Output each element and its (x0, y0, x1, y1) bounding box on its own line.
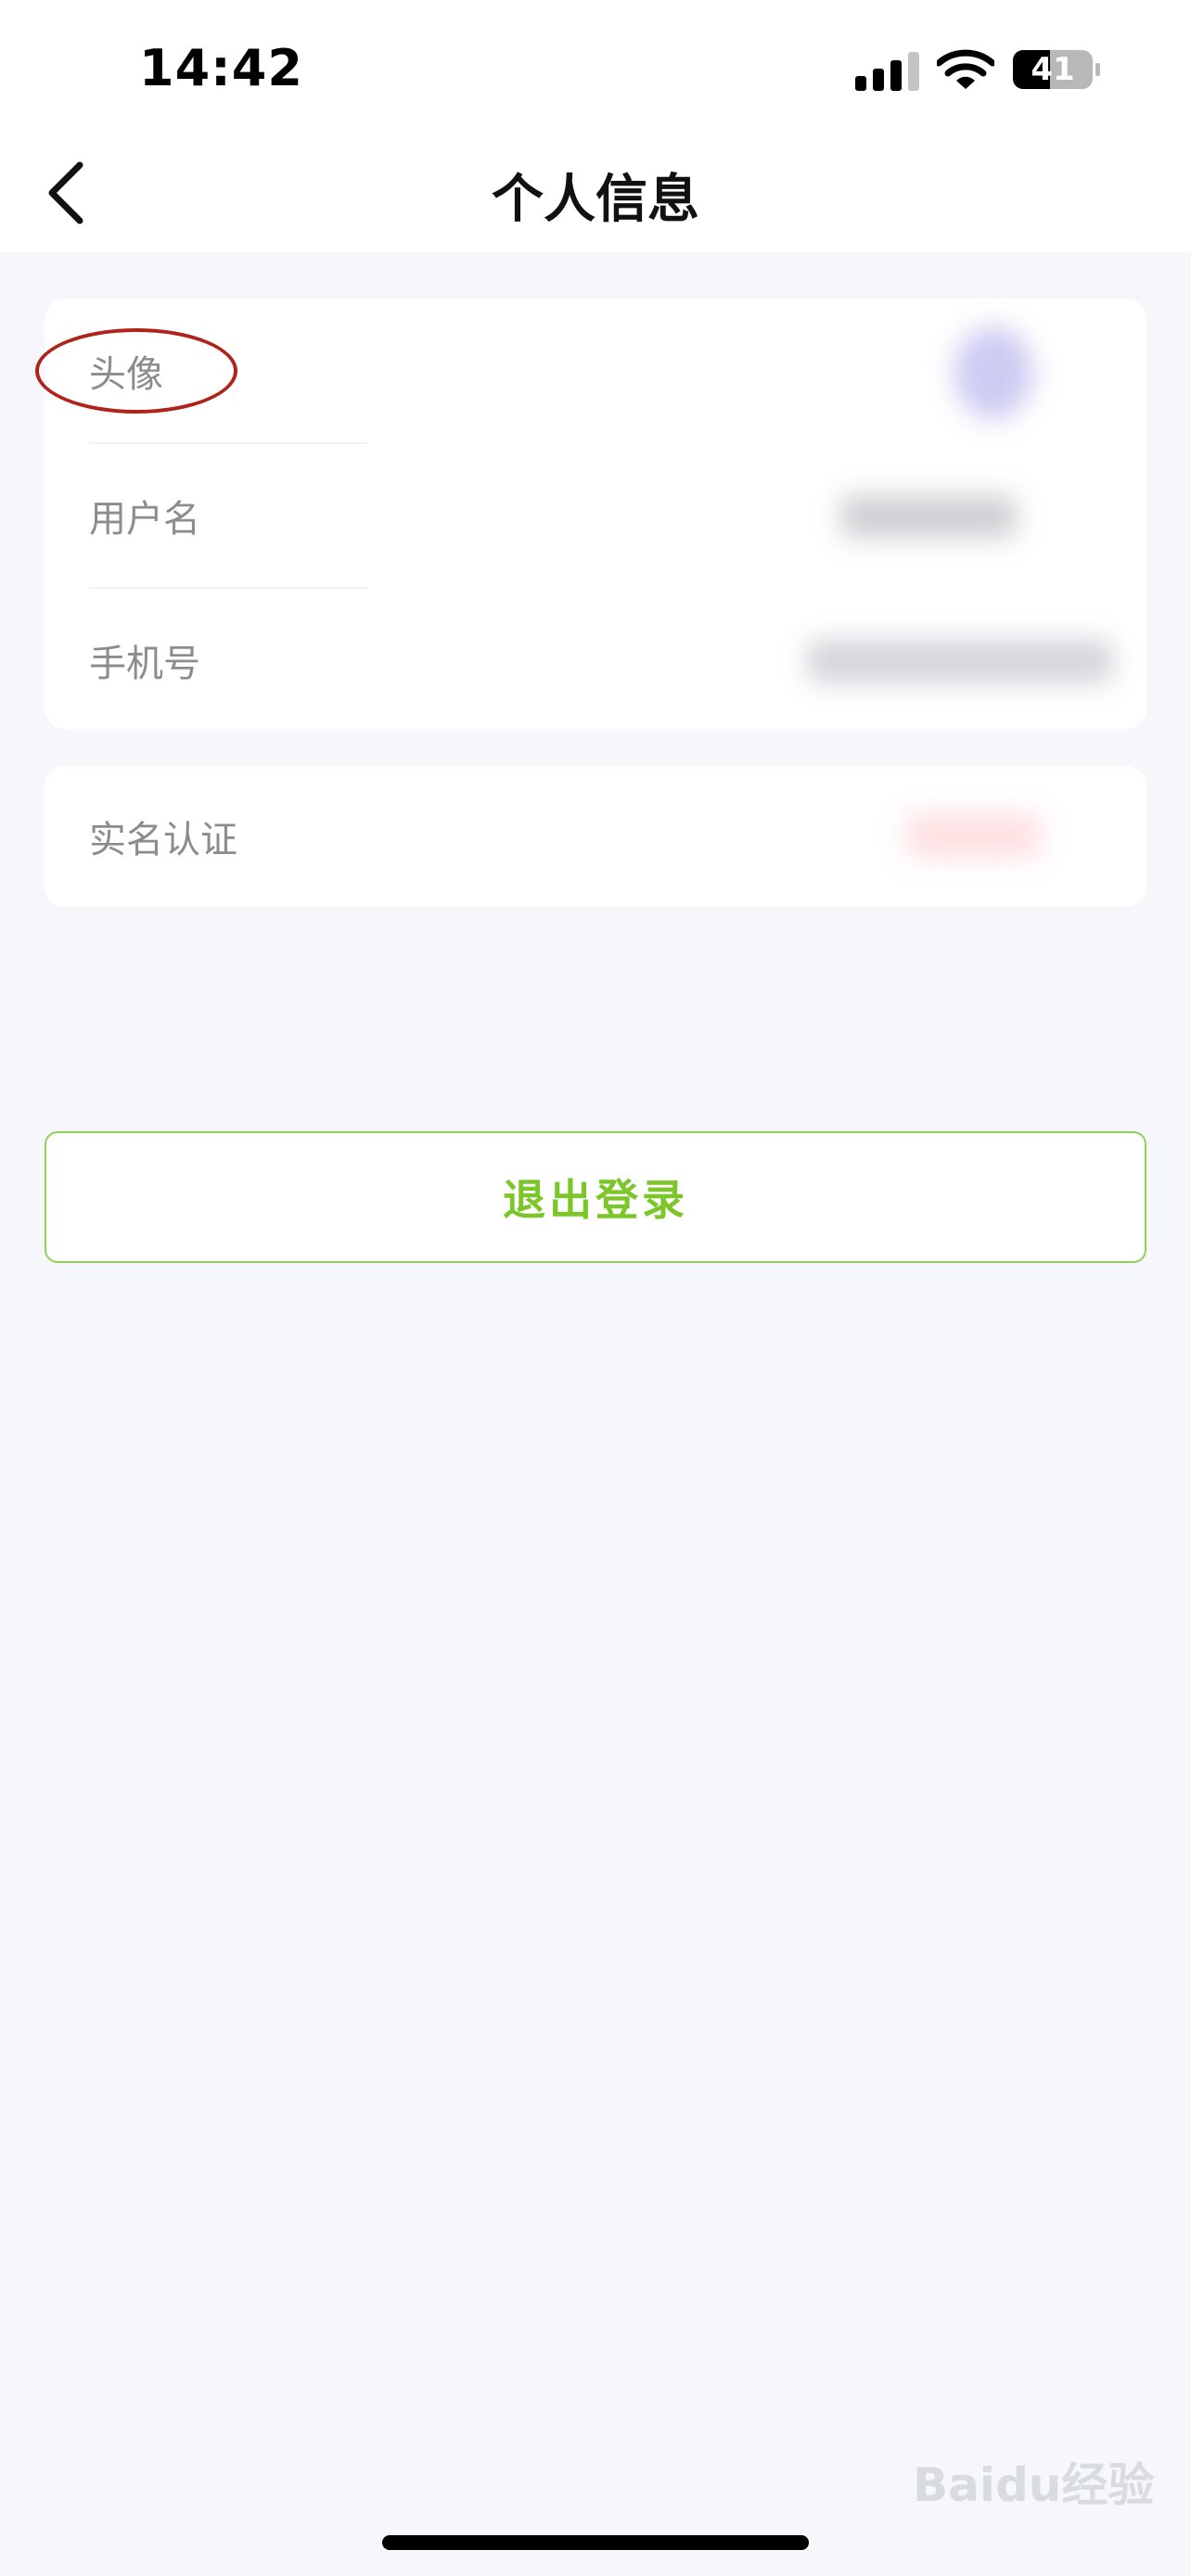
home-indicator[interactable] (382, 2535, 809, 2550)
username-label: 用户名 (89, 498, 200, 541)
verification-label: 实名认证 (89, 819, 237, 861)
battery-level: 41 (1031, 51, 1075, 88)
username-value-redacted (840, 495, 1017, 538)
cellular-signal-icon (855, 52, 919, 91)
screen: 14:42 41 个人信息 头像 用户名 手机号 实名认证 退出登录 Baidu… (0, 0, 1191, 2576)
nav-bar: 个人信息 (0, 130, 1191, 252)
phone-label: 手机号 (89, 643, 200, 685)
logout-button[interactable]: 退出登录 (45, 1131, 1146, 1263)
username-row[interactable]: 用户名 (45, 443, 1146, 588)
battery-icon: 41 (1013, 50, 1102, 89)
highlight-annotation (35, 328, 237, 414)
status-bar: 14:42 41 (0, 0, 1191, 130)
wifi-icon (937, 49, 994, 89)
verification-card: 实名认证 (45, 766, 1146, 907)
baidu-watermark: Baidu经验 (913, 2458, 1155, 2512)
phone-row[interactable]: 手机号 (45, 588, 1146, 733)
avatar (954, 326, 1033, 419)
phone-value-redacted (807, 640, 1113, 682)
page-title: 个人信息 (492, 170, 699, 230)
verification-status-redacted (903, 812, 1043, 859)
real-name-verification-row[interactable]: 实名认证 (45, 766, 1146, 907)
status-time: 14:42 (139, 39, 303, 97)
